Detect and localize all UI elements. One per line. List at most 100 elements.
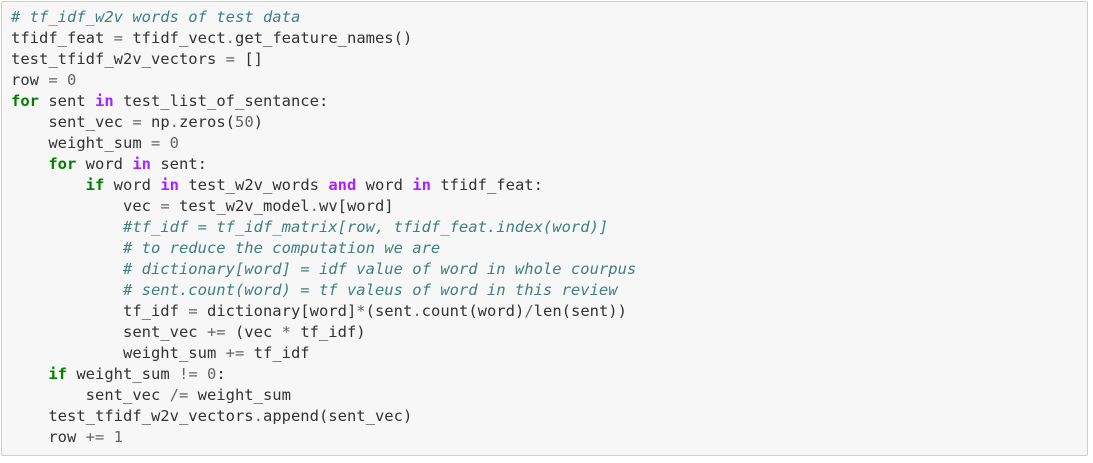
code-token: row (11, 71, 49, 89)
code-line: for sent in test_list_of_sentance: (11, 91, 1087, 112)
code-token: word (104, 176, 161, 194)
code-line: sent_vec += (vec * tf_idf) (11, 322, 1087, 343)
code-token: vec (11, 197, 161, 215)
operator-token: * (356, 302, 366, 320)
code-token: test_tfidf_w2v_vectors (11, 50, 226, 68)
code-line: sent_vec = np.zeros(50) (11, 112, 1087, 133)
code-token: zeros( (179, 113, 236, 131)
code-token: word (356, 176, 413, 194)
operator-token: / (524, 302, 534, 320)
operator-token: = (113, 29, 123, 47)
code-editor[interactable]: # tf_idf_w2v words of test data tfidf_fea… (2, 2, 1087, 448)
code-token: sent_vec (11, 323, 207, 341)
operator-token: = (48, 71, 58, 89)
comment-token: # to reduce the computation we are (122, 239, 441, 257)
code-token: sent: (151, 155, 207, 173)
number-token: 0 (207, 365, 217, 383)
operator-token: . (309, 197, 319, 215)
code-token: weight_sum (188, 386, 291, 404)
operator-token: /= (169, 386, 189, 404)
code-line: row = 0 (11, 70, 1087, 91)
code-line: tfidf_feat = tfidf_vect.get_feature_name… (11, 28, 1087, 49)
code-token: weight_sum (67, 365, 179, 383)
code-token: word (76, 155, 133, 173)
code-token: row (11, 428, 86, 446)
operator-word-token: and (328, 176, 357, 194)
code-token: weight_sum (11, 134, 151, 152)
operator-token: += (85, 428, 105, 446)
code-cell[interactable]: # tf_idf_w2v words of test data tfidf_fea… (1, 1, 1088, 456)
code-token: tf_idf (11, 302, 189, 320)
number-token: 0 (169, 134, 180, 152)
keyword-token: if (48, 365, 67, 383)
code-token: dictionary[word] (197, 302, 357, 320)
code-token: tfidf_vect (123, 29, 226, 47)
code-token: len(sent)) (533, 302, 627, 320)
code-line: test_tfidf_w2v_vectors.append(sent_vec) (11, 406, 1087, 427)
operator-token: * (281, 323, 291, 341)
code-token: test_list_of_sentance: (113, 92, 329, 110)
code-token: tf_idf) (290, 323, 366, 341)
code-token: [] (234, 50, 263, 68)
operator-token: . (169, 113, 180, 131)
comment-token: #tf_idf = tf_idf_matrix[row, tfidf_feat.… (122, 218, 609, 236)
operator-token: . (225, 29, 235, 47)
number-token: 50 (235, 113, 254, 131)
code-line: weight_sum = 0 (11, 133, 1087, 154)
code-token: wv[word] (318, 197, 394, 215)
number-token: 0 (67, 71, 77, 89)
code-token: np (141, 113, 170, 131)
keyword-token: for (48, 155, 77, 173)
code-token: sent_vec (11, 113, 133, 131)
code-token: test_w2v_words (179, 176, 329, 194)
code-token: : (216, 365, 226, 383)
code-token: test_tfidf_w2v_vectors (11, 407, 254, 425)
code-token: sent (39, 92, 95, 110)
operator-token: = (150, 134, 161, 152)
operator-word-token: in (132, 155, 151, 173)
code-token: count(word) (421, 302, 525, 320)
code-line: row += 1 (11, 427, 1087, 448)
code-line: weight_sum += tf_idf (11, 343, 1087, 364)
code-line: for word in sent: (11, 154, 1087, 175)
operator-token: = (132, 113, 142, 131)
code-line: vec = test_w2v_model.wv[word] (11, 196, 1087, 217)
operator-token: = (160, 197, 170, 215)
code-token: weight_sum (11, 344, 226, 362)
code-token: append(sent_vec) (262, 407, 413, 425)
code-token: ) (253, 113, 264, 131)
code-line: # dictionary[word] = idf value of word i… (11, 259, 1087, 280)
code-line: tf_idf = dictionary[word]*(sent.count(wo… (11, 301, 1087, 322)
code-token: tf_idf (244, 344, 310, 362)
operator-word-token: in (160, 176, 179, 194)
code-line: if word in test_w2v_words and word in tf… (11, 175, 1087, 196)
code-token: (sent (365, 302, 413, 320)
code-token: test_w2v_model (169, 197, 310, 215)
keyword-token: if (85, 176, 105, 194)
operator-token: += (225, 344, 245, 362)
number-token: 1 (113, 428, 124, 446)
operator-token: . (253, 407, 263, 425)
comment-token: # dictionary[word] = idf value of word i… (122, 260, 637, 278)
keyword-token: for (11, 92, 39, 110)
operator-token: = (188, 302, 198, 320)
operator-token: = (225, 50, 235, 68)
code-line: if weight_sum != 0: (11, 364, 1087, 385)
code-line: sent_vec /= weight_sum (11, 385, 1087, 406)
operator-token: . (412, 302, 422, 320)
code-token: (vec (225, 323, 282, 341)
code-token: tfidf_feat: (430, 176, 543, 194)
operator-token: != (178, 365, 198, 383)
operator-token: += (206, 323, 226, 341)
code-line: # sent.count(word) = tf valeus of word i… (11, 280, 1087, 301)
code-line: #tf_idf = tf_idf_matrix[row, tfidf_feat.… (11, 217, 1087, 238)
